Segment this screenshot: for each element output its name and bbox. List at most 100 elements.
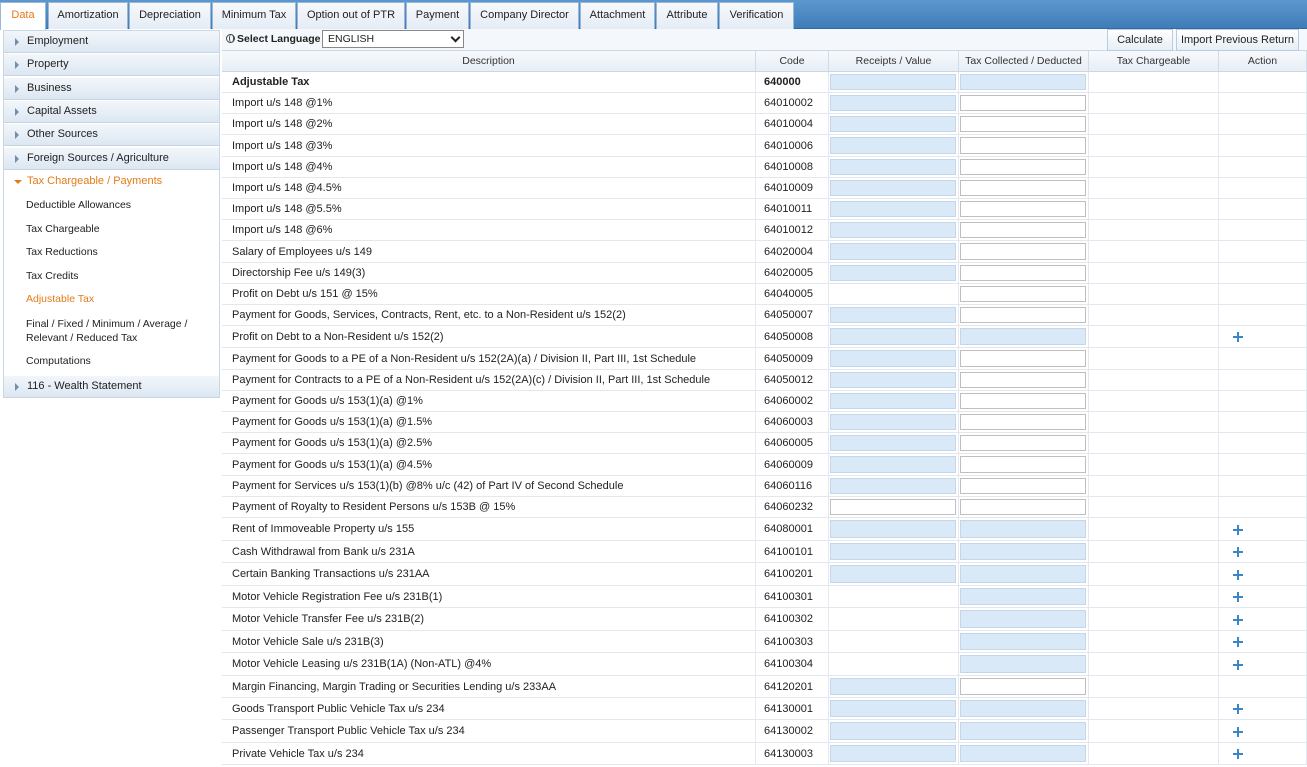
row-code: 64130001 xyxy=(756,698,829,720)
sidebar-item-property[interactable]: Property xyxy=(4,54,219,76)
tax-collected-input[interactable] xyxy=(960,307,1086,323)
action-cell xyxy=(1219,220,1307,241)
tax-chargeable-cell xyxy=(1089,114,1219,135)
action-cell xyxy=(1219,72,1307,93)
receipts-value-input xyxy=(830,543,956,560)
tax-collected-input[interactable] xyxy=(960,180,1086,196)
sidebar-subitem-tax-credits[interactable]: Tax Credits xyxy=(26,269,216,283)
sidebar-item-foreign-sources-agriculture[interactable]: Foreign Sources / Agriculture xyxy=(4,148,219,170)
sidebar-subitem-adjustable-tax[interactable]: Adjustable Tax xyxy=(26,292,216,306)
plus-icon[interactable] xyxy=(1233,570,1243,580)
table-row: Rent of Immoveable Property u/s 155 64080… xyxy=(222,518,1307,541)
table-row: Private Vehicle Tax u/s 234 64130003 xyxy=(222,743,1307,765)
row-description: Profit on Debt to a Non-Resident u/s 152… xyxy=(222,326,756,348)
tax-collected-input[interactable] xyxy=(960,414,1086,430)
receipts-value-input xyxy=(830,435,956,451)
sidebar-subitem-final-fixed-minimum-average-relevant-reduced-tax[interactable]: Final / Fixed / Minimum / Average / Rele… xyxy=(26,317,216,345)
tax-collected-input[interactable] xyxy=(960,116,1086,132)
plus-icon[interactable] xyxy=(1233,615,1243,625)
sidebar-subitem-computations[interactable]: Computations xyxy=(26,354,216,368)
tab-company-director[interactable]: Company Director xyxy=(470,2,579,29)
plus-icon[interactable] xyxy=(1233,592,1243,602)
sidebar-subitem-deductible-allowances[interactable]: Deductible Allowances xyxy=(26,198,216,212)
tax-chargeable-cell xyxy=(1089,743,1219,765)
action-cell xyxy=(1219,518,1307,541)
tax-chargeable-cell xyxy=(1089,305,1219,326)
tax-collected-cell xyxy=(959,135,1089,157)
plus-icon[interactable] xyxy=(1233,525,1243,535)
tax-collected-cell xyxy=(959,518,1089,541)
row-code: 64060002 xyxy=(756,391,829,412)
tax-collected-cell xyxy=(959,326,1089,348)
receipts-value-input xyxy=(830,243,956,260)
tax-collected-input[interactable] xyxy=(960,456,1086,473)
sidebar-item-tax-chargeable-payments[interactable]: Tax Chargeable / Payments xyxy=(4,171,219,193)
sidebar-item-116-wealth-statement[interactable]: 116 - Wealth Statement xyxy=(4,376,219,398)
plus-icon[interactable] xyxy=(1233,727,1243,737)
row-code: 64130003 xyxy=(756,743,829,765)
plus-icon[interactable] xyxy=(1233,660,1243,670)
tax-collected-input[interactable] xyxy=(960,265,1086,281)
sidebar-item-other-sources[interactable]: Other Sources xyxy=(4,124,219,146)
tax-collected-input[interactable] xyxy=(960,201,1086,217)
tax-chargeable-cell xyxy=(1089,541,1219,563)
language-select[interactable]: ENGLISH xyxy=(322,30,464,48)
row-code: 64050012 xyxy=(756,370,829,391)
tax-collected-input[interactable] xyxy=(960,222,1086,238)
plus-icon[interactable] xyxy=(1233,749,1243,759)
tab-amortization[interactable]: Amortization xyxy=(48,2,128,29)
tax-collected-input[interactable] xyxy=(960,286,1086,302)
plus-icon[interactable] xyxy=(1233,332,1243,342)
receipts-value-input xyxy=(830,328,956,345)
receipts-value-cell xyxy=(829,631,959,653)
receipts-value-cell xyxy=(829,263,959,284)
tax-collected-input[interactable] xyxy=(960,372,1086,388)
action-cell xyxy=(1219,608,1307,631)
plus-icon[interactable] xyxy=(1233,547,1243,557)
tab-option-out-of-ptr[interactable]: Option out of PTR xyxy=(297,2,405,29)
row-code: 64060005 xyxy=(756,433,829,454)
receipts-value-cell xyxy=(829,135,959,157)
tax-collected-input[interactable] xyxy=(960,159,1086,175)
row-description: Import u/s 148 @2% xyxy=(222,114,756,135)
sidebar-subitem-tax-reductions[interactable]: Tax Reductions xyxy=(26,245,216,259)
tax-collected-cell xyxy=(959,93,1089,114)
tax-collected-input[interactable] xyxy=(960,243,1086,260)
import-previous-return-button[interactable]: Import Previous Return xyxy=(1176,29,1299,51)
tax-collected-input[interactable] xyxy=(960,95,1086,111)
tab-attribute[interactable]: Attribute xyxy=(656,2,718,29)
calculate-button[interactable]: Calculate xyxy=(1107,29,1173,51)
sidebar-item-business[interactable]: Business xyxy=(4,78,219,100)
tax-collected-input xyxy=(960,610,1086,628)
action-cell xyxy=(1219,698,1307,720)
tax-collected-cell xyxy=(959,743,1089,765)
receipts-value-input[interactable] xyxy=(830,499,956,515)
sidebar-subitem-tax-chargeable[interactable]: Tax Chargeable xyxy=(26,222,216,236)
tax-collected-input[interactable] xyxy=(960,678,1086,695)
sidebar-item-employment[interactable]: Employment xyxy=(4,31,219,53)
tab-depreciation[interactable]: Depreciation xyxy=(129,2,211,29)
table-row: Cash Withdrawal from Bank u/s 231A 641001… xyxy=(222,541,1307,563)
tab-verification[interactable]: Verification xyxy=(719,2,794,29)
row-code: 64060003 xyxy=(756,412,829,433)
tax-collected-input[interactable] xyxy=(960,350,1086,367)
sidebar-item-capital-assets[interactable]: Capital Assets xyxy=(4,101,219,123)
plus-icon[interactable] xyxy=(1233,637,1243,647)
tax-collected-cell xyxy=(959,631,1089,653)
plus-icon[interactable] xyxy=(1233,704,1243,714)
receipts-value-input xyxy=(830,222,956,238)
action-cell xyxy=(1219,305,1307,326)
row-description: Import u/s 148 @4.5% xyxy=(222,178,756,199)
tax-collected-input[interactable] xyxy=(960,478,1086,494)
row-description: Profit on Debt u/s 151 @ 15% xyxy=(222,284,756,305)
tab-payment[interactable]: Payment xyxy=(406,2,469,29)
tab-minimum-tax[interactable]: Minimum Tax xyxy=(212,2,296,29)
table-row: Payment for Goods u/s 153(1)(a) @1% 64060… xyxy=(222,391,1307,412)
tax-collected-input[interactable] xyxy=(960,435,1086,451)
tax-collected-input[interactable] xyxy=(960,499,1086,515)
tab-data[interactable]: Data xyxy=(0,2,46,30)
tax-collected-input[interactable] xyxy=(960,393,1086,409)
tax-collected-input[interactable] xyxy=(960,137,1086,154)
tab-attachment[interactable]: Attachment xyxy=(580,2,655,29)
table-row: Import u/s 148 @1% 64010002 xyxy=(222,93,1307,114)
